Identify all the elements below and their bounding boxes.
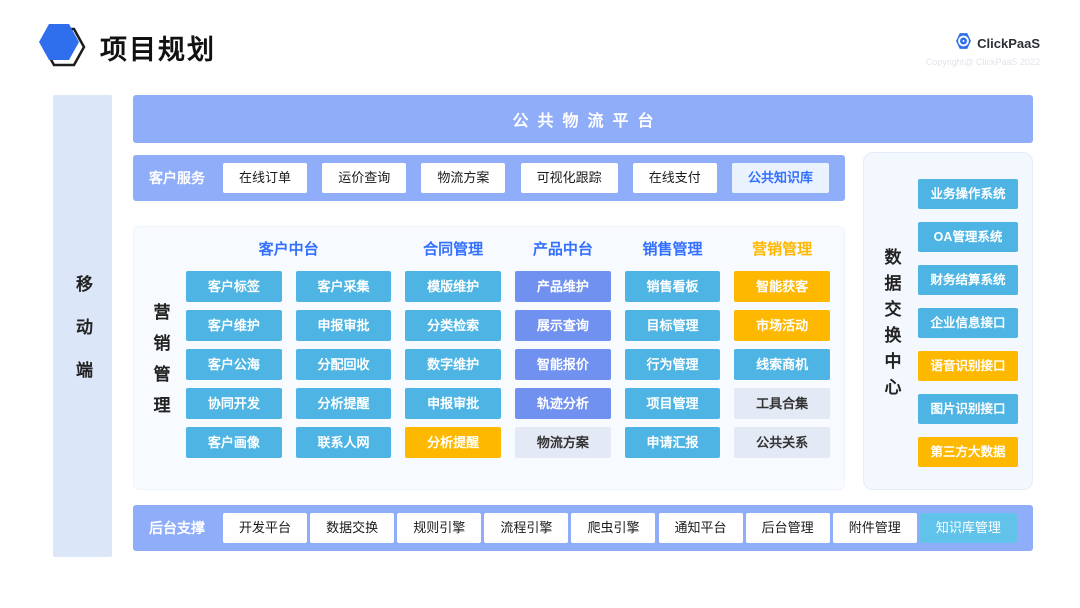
- platform-banner: 公共物流平台: [133, 95, 1033, 143]
- matrix-cell[interactable]: 销售看板: [625, 271, 721, 302]
- matrix-cell[interactable]: 市场活动: [734, 310, 830, 341]
- data-exchange-chip[interactable]: 财务结算系统: [918, 265, 1018, 295]
- backend-chip[interactable]: 爬虫引擎: [571, 513, 655, 543]
- backend-chip[interactable]: 知识库管理: [920, 513, 1017, 543]
- customer-service-label: 客户服务: [149, 168, 205, 188]
- matrix-cell[interactable]: 客户标签: [186, 271, 282, 302]
- clickpaas-logo-icon: [955, 32, 972, 55]
- mobile-side-label: 移动端: [70, 275, 95, 404]
- matrix-cell[interactable]: 数字维护: [405, 349, 501, 380]
- data-exchange-side: 数据交换中心: [864, 153, 918, 489]
- brand-name: ClickPaaS: [977, 36, 1040, 51]
- data-exchange-items: 业务操作系统 OA管理系统财务结算系统企业信息接口语音识别接口图片识别接口第三方大…: [918, 153, 1032, 489]
- data-exchange-chip[interactable]: 第三方大数据: [918, 437, 1018, 467]
- matrix-cell[interactable]: 轨迹分析: [515, 388, 611, 419]
- backend-chip[interactable]: 通知平台: [659, 513, 743, 543]
- matrix-area: 客户中台合同管理产品中台销售管理营销管理 客户标签客户采集模版维护产品维护销售看…: [186, 227, 844, 489]
- matrix-cell[interactable]: 智能获客: [734, 271, 830, 302]
- matrix-cell[interactable]: 协同开发: [186, 388, 282, 419]
- data-exchange-chip[interactable]: 语音识别接口: [918, 351, 1018, 381]
- backend-support-row: 后台支撑 开发平台数据交换规则引擎流程引擎爬虫引擎通知平台后台管理附件管理知识库…: [133, 505, 1033, 551]
- copyright-text: Copyright@ ClickPaaS 2022: [926, 57, 1040, 67]
- customer-service-chip[interactable]: 在线订单: [223, 163, 307, 193]
- customer-service-chip[interactable]: 运价查询: [322, 163, 406, 193]
- data-exchange-chip[interactable]: 图片识别接口: [918, 394, 1018, 424]
- customer-service-row: 客户服务 在线订单运价查询物流方案可视化跟踪在线支付公共知识库: [133, 155, 845, 201]
- matrix-cell[interactable]: 物流方案: [515, 427, 611, 458]
- matrix-cell[interactable]: 客户公海: [186, 349, 282, 380]
- matrix-column-header: 客户中台: [186, 237, 391, 263]
- matrix-cell[interactable]: 客户画像: [186, 427, 282, 458]
- matrix-cell[interactable]: 展示查询: [515, 310, 611, 341]
- matrix-cell[interactable]: 线索商机: [734, 349, 830, 380]
- data-exchange-label: 数据交换中心: [879, 248, 904, 404]
- data-exchange-chip[interactable]: 企业信息接口: [918, 308, 1018, 338]
- data-exchange-chip[interactable]: 业务操作系统: [918, 179, 1018, 209]
- matrix-cell[interactable]: 联系人网: [296, 427, 392, 458]
- matrix-cell[interactable]: 分析提醒: [296, 388, 392, 419]
- backend-support-items: 开发平台数据交换规则引擎流程引擎爬虫引擎通知平台后台管理附件管理知识库管理: [223, 513, 1017, 543]
- matrix-cell[interactable]: 智能报价: [515, 349, 611, 380]
- matrix-cell[interactable]: 目标管理: [625, 310, 721, 341]
- data-exchange-panel: 数据交换中心 业务操作系统 OA管理系统财务结算系统企业信息接口语音识别接口图片识…: [863, 152, 1033, 490]
- backend-chip[interactable]: 流程引擎: [484, 513, 568, 543]
- matrix-cell[interactable]: 行为管理: [625, 349, 721, 380]
- backend-chip[interactable]: 附件管理: [833, 513, 917, 543]
- matrix-column-header: 销售管理: [625, 237, 721, 263]
- mobile-side-bar: 移动端: [53, 95, 112, 557]
- matrix-cell[interactable]: 申报审批: [405, 388, 501, 419]
- matrix-cell[interactable]: 公共关系: [734, 427, 830, 458]
- backend-chip[interactable]: 后台管理: [746, 513, 830, 543]
- backend-chip[interactable]: 数据交换: [310, 513, 394, 543]
- matrix-column-header: 营销管理: [734, 237, 830, 263]
- customer-service-chip[interactable]: 在线支付: [633, 163, 717, 193]
- matrix-column-header: 合同管理: [405, 237, 501, 263]
- matrix-cell[interactable]: 客户采集: [296, 271, 392, 302]
- matrix-cell[interactable]: 分类检索: [405, 310, 501, 341]
- hexagon-logo-icon: [36, 20, 86, 72]
- page: 项目规划 ClickPaaS Copyright@ ClickPaaS 2022…: [0, 0, 1080, 608]
- customer-service-chip[interactable]: 公共知识库: [732, 163, 829, 193]
- page-title: 项目规划: [100, 28, 216, 67]
- data-exchange-chip[interactable]: OA管理系统: [918, 222, 1018, 252]
- matrix-cell[interactable]: 产品维护: [515, 271, 611, 302]
- matrix-cell[interactable]: 客户维护: [186, 310, 282, 341]
- brand-block: ClickPaaS Copyright@ ClickPaaS 2022: [926, 32, 1040, 67]
- customer-service-items: 在线订单运价查询物流方案可视化跟踪在线支付公共知识库: [223, 163, 829, 193]
- matrix-cells: 客户标签客户采集模版维护产品维护销售看板智能获客客户维护申报审批分类检索展示查询…: [186, 271, 830, 458]
- marketing-side-label: 营销管理: [148, 303, 173, 427]
- matrix-cell[interactable]: 分析提醒: [405, 427, 501, 458]
- matrix-cell[interactable]: 工具合集: [734, 388, 830, 419]
- backend-chip[interactable]: 规则引擎: [397, 513, 481, 543]
- matrix-headers: 客户中台合同管理产品中台销售管理营销管理: [186, 237, 830, 263]
- platform-banner-label: 公共物流平台: [503, 107, 662, 131]
- customer-service-chip[interactable]: 可视化跟踪: [521, 163, 618, 193]
- matrix-cell[interactable]: 申报审批: [296, 310, 392, 341]
- marketing-side: 营销管理: [134, 227, 186, 489]
- backend-chip[interactable]: 开发平台: [223, 513, 307, 543]
- marketing-matrix-panel: 营销管理 客户中台合同管理产品中台销售管理营销管理 客户标签客户采集模版维护产品…: [133, 226, 845, 490]
- customer-service-chip[interactable]: 物流方案: [421, 163, 505, 193]
- backend-support-label: 后台支撑: [149, 518, 205, 538]
- matrix-column-header: 产品中台: [515, 237, 611, 263]
- matrix-cell[interactable]: 分配回收: [296, 349, 392, 380]
- matrix-cell[interactable]: 项目管理: [625, 388, 721, 419]
- matrix-cell[interactable]: 申请汇报: [625, 427, 721, 458]
- matrix-cell[interactable]: 模版维护: [405, 271, 501, 302]
